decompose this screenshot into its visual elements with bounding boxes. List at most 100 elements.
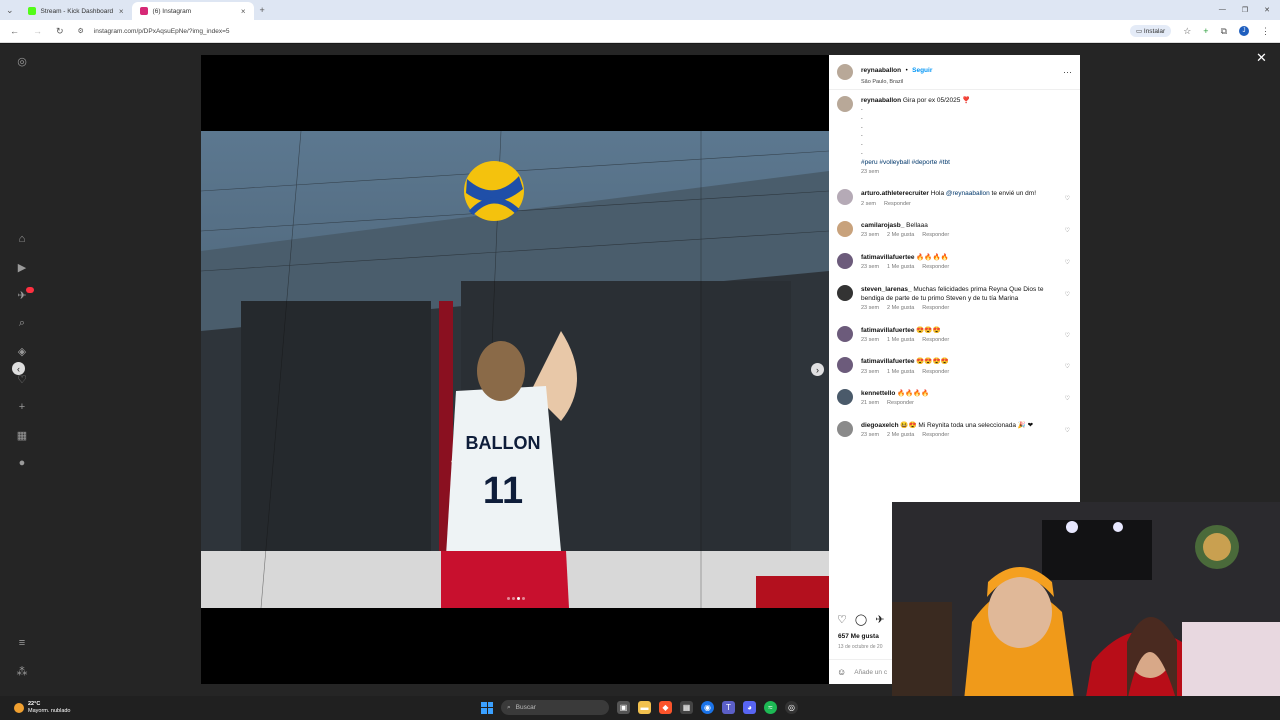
follow-button[interactable]: Seguir xyxy=(912,67,932,74)
next-image-arrow-icon[interactable]: › xyxy=(811,363,824,376)
commenter-avatar[interactable] xyxy=(837,357,853,374)
comment-like-heart-icon[interactable]: ♡ xyxy=(1065,332,1070,339)
create-plus-icon[interactable]: + xyxy=(15,400,29,414)
comment-username[interactable]: fatimavillafuertee xyxy=(861,358,914,365)
reply-button[interactable]: Responder xyxy=(884,201,911,209)
home-icon[interactable]: ⌂ xyxy=(15,232,29,246)
brave-browser-icon[interactable]: ◆ xyxy=(659,701,672,714)
minimize-icon[interactable]: — xyxy=(1219,6,1226,14)
commenter-avatar[interactable] xyxy=(837,325,853,342)
new-tab-plus-icon[interactable]: + xyxy=(254,5,271,15)
reply-button[interactable]: Responder xyxy=(922,369,949,377)
comment-like-heart-icon[interactable]: ♡ xyxy=(1065,291,1070,298)
comment-username[interactable]: fatimavillafuertee xyxy=(861,327,914,334)
comment-username[interactable]: camilarojasb_ xyxy=(861,222,904,229)
more-options-icon[interactable]: ··· xyxy=(1063,67,1072,77)
comment-like-heart-icon[interactable]: ♡ xyxy=(1065,227,1070,234)
bookmark-star-icon[interactable]: ☆ xyxy=(1183,26,1191,37)
calculator-icon[interactable]: ▦ xyxy=(680,701,693,714)
previous-post-arrow-icon[interactable]: ‹ xyxy=(12,362,25,375)
reply-button[interactable]: Responder xyxy=(922,305,949,313)
forward-icon[interactable]: → xyxy=(33,26,42,36)
more-menu-icon[interactable]: ≡ xyxy=(15,636,29,650)
likes-count[interactable]: 657 Me gusta xyxy=(838,633,879,640)
comment-likes[interactable]: 2 Me gusta xyxy=(887,232,914,240)
chrome-icon[interactable]: ◉ xyxy=(701,701,714,714)
back-icon[interactable]: ← xyxy=(10,26,19,36)
tab-instagram[interactable]: (6) Instagram × xyxy=(131,2,254,20)
author-avatar[interactable] xyxy=(837,64,853,80)
weather-widget[interactable]: 22°C Mayorm. nublado xyxy=(0,701,71,715)
caption-username[interactable]: reynaaballon xyxy=(861,97,901,104)
comment-like-heart-icon[interactable]: ♡ xyxy=(1065,195,1070,202)
spotify-icon[interactable]: ≈ xyxy=(764,701,777,714)
extension-plus-icon[interactable]: + xyxy=(1203,26,1208,36)
file-explorer-icon[interactable]: ▬ xyxy=(638,701,651,714)
reply-button[interactable]: Responder xyxy=(887,400,914,408)
search-icon[interactable]: ⌕ xyxy=(15,316,29,330)
post-location[interactable]: São Paulo, Brazil xyxy=(861,79,932,85)
close-window-icon[interactable]: ✕ xyxy=(1264,6,1270,14)
site-info-icon[interactable]: ⚙ xyxy=(78,27,84,35)
explore-icon[interactable]: ◈ xyxy=(15,344,29,358)
close-tab-icon[interactable]: × xyxy=(119,7,124,16)
reply-button[interactable]: Responder xyxy=(922,264,949,272)
comment-time: 23 sem xyxy=(861,232,880,239)
taskbar-search[interactable]: ⌕ Buscar xyxy=(501,700,609,715)
teams-icon[interactable]: T xyxy=(722,701,735,714)
comment-username[interactable]: diegoaxelch xyxy=(861,422,899,429)
comment-likes[interactable]: 1 Me gusta xyxy=(887,369,914,377)
browser-menu-icon[interactable]: ⋮ xyxy=(1261,26,1270,37)
discord-icon[interactable]: ◕ xyxy=(743,701,756,714)
instagram-logo-icon[interactable]: ◎ xyxy=(15,54,29,68)
extensions-puzzle-icon[interactable]: ⧉ xyxy=(1221,26,1227,37)
reload-icon[interactable]: ↻ xyxy=(56,26,64,37)
comment-username[interactable]: steven_larenas_ xyxy=(861,286,912,293)
reply-button[interactable]: Responder xyxy=(922,232,949,240)
comment-username[interactable]: fatimavillafuertee xyxy=(861,254,914,261)
comment-time: 23 sem xyxy=(861,305,880,311)
comment-bubble-icon[interactable]: ◯ xyxy=(855,613,867,626)
commenter-avatar[interactable] xyxy=(837,421,853,438)
comment-likes[interactable]: 2 Me gusta xyxy=(887,305,914,313)
commenter-avatar[interactable] xyxy=(837,189,853,206)
comment-mention[interactable]: @reynaaballon xyxy=(946,190,990,197)
share-paper-plane-icon[interactable]: ✈ xyxy=(875,613,884,626)
comment-like-heart-icon[interactable]: ♡ xyxy=(1065,363,1070,370)
tab-list-chevron-icon[interactable]: ⌄ xyxy=(0,5,20,16)
commenter-avatar[interactable] xyxy=(837,389,853,406)
tab-kick-dashboard[interactable]: Stream - Kick Dashboard × xyxy=(20,2,132,20)
comment-likes[interactable]: 1 Me gusta xyxy=(887,264,914,272)
reply-button[interactable]: Responder xyxy=(922,432,949,440)
reply-button[interactable]: Responder xyxy=(922,337,949,345)
url-field[interactable]: instagram.com/p/DPxAqsuEpNe/?img_index=5 xyxy=(94,28,230,35)
commenter-avatar[interactable] xyxy=(837,253,853,270)
emoji-icon[interactable]: ☺ xyxy=(837,667,846,677)
commenter-avatar[interactable] xyxy=(837,284,853,301)
close-modal-icon[interactable]: ✕ xyxy=(1256,50,1267,66)
like-heart-icon[interactable]: ♡ xyxy=(837,613,847,626)
reels-icon[interactable]: ▶ xyxy=(15,260,29,274)
close-tab-icon[interactable]: × xyxy=(241,7,246,16)
author-avatar[interactable] xyxy=(837,96,853,112)
profile-avatar-icon[interactable]: ● xyxy=(15,456,29,470)
profile-avatar[interactable]: J xyxy=(1239,26,1249,36)
windows-start-icon[interactable] xyxy=(481,701,493,714)
comment-likes[interactable]: 1 Me gusta xyxy=(887,337,914,345)
comment-username[interactable]: arturo.athleterecruiter xyxy=(861,190,929,197)
comment-like-heart-icon[interactable]: ♡ xyxy=(1065,427,1070,434)
comment-likes[interactable]: 2 Me gusta xyxy=(887,432,914,440)
dashboard-icon[interactable]: ▦ xyxy=(15,428,29,442)
meta-grid-icon[interactable]: ⁂ xyxy=(15,664,29,678)
install-app-button[interactable]: ▭ Instalar xyxy=(1129,25,1172,37)
caption-hashtags[interactable]: #peru #volleyball #deporte #tbt xyxy=(861,158,1051,167)
comment-like-heart-icon[interactable]: ♡ xyxy=(1065,259,1070,266)
restore-icon[interactable]: ❐ xyxy=(1242,6,1248,14)
comment-username[interactable]: kennettello xyxy=(861,390,895,397)
author-username[interactable]: reynaaballon xyxy=(861,67,901,74)
add-comment-input[interactable]: Añade un c xyxy=(854,669,887,676)
task-view-icon[interactable]: ▣ xyxy=(617,701,630,714)
commenter-avatar[interactable] xyxy=(837,221,853,238)
obs-icon[interactable]: ◎ xyxy=(785,701,798,714)
comment-like-heart-icon[interactable]: ♡ xyxy=(1065,395,1070,402)
